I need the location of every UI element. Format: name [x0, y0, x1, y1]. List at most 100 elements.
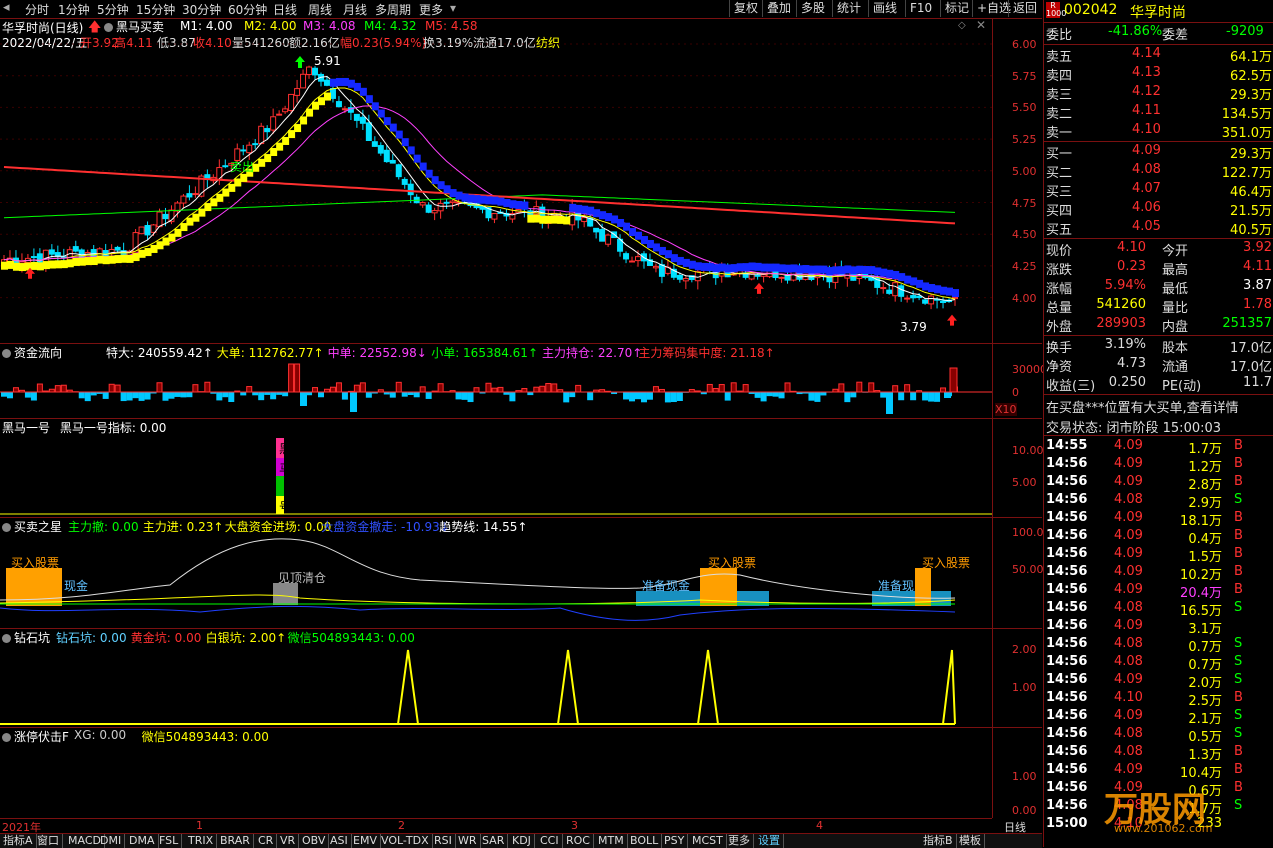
indicator-tab[interactable]: 更多: [725, 834, 754, 848]
indicator-tab[interactable]: 模板: [956, 834, 985, 848]
indicator-tab[interactable]: 指标B: [920, 834, 957, 848]
axis-tick: 1.00: [1012, 770, 1037, 783]
trend-band: [127, 255, 134, 263]
indicator-tab[interactable]: EMV: [350, 834, 381, 848]
bid-row[interactable]: 买五4.0540.5万: [1044, 219, 1273, 238]
indicator-tab[interactable]: BOLL: [627, 834, 662, 848]
indicator-tab[interactable]: FSL: [156, 834, 182, 848]
flow-bar: [354, 385, 359, 392]
indicator-value: 主力筹码集中度: 21.18↑: [638, 344, 774, 361]
tick-time: 14:55: [1046, 438, 1087, 453]
panel-hm-header: 黑马一号 黑马一号指标: 0.00: [2, 419, 166, 435]
flow-bar: [313, 388, 318, 392]
flow-bar: [767, 392, 772, 396]
volume: 40.5万: [1230, 219, 1272, 238]
tick-volume: 2.0万: [1188, 672, 1222, 691]
label: 买二: [1046, 162, 1072, 181]
scale-badge[interactable]: X10: [995, 403, 1017, 416]
indicator-tabs: 指标A窗口MACDDMIDMAFSLTRIXBRARCRVROBVASIEMVV…: [0, 833, 1042, 848]
big-order-notice[interactable]: 在买盘***位置有大买单,查看详情: [1046, 397, 1239, 416]
r-badge-icon: R1000: [1046, 2, 1060, 18]
indicator-tab[interactable]: MTM: [595, 834, 628, 848]
tick-side: S: [1234, 492, 1242, 507]
indicator-tab[interactable]: 指标A: [0, 834, 37, 848]
tick-side: B: [1234, 582, 1243, 597]
trend-band: [701, 263, 708, 271]
indicator-tab[interactable]: SAR: [479, 834, 508, 848]
candle-body: [139, 227, 144, 234]
bid-row[interactable]: 买二4.08122.7万: [1044, 162, 1273, 181]
buy-signal-label: 买入股票: [11, 554, 59, 571]
trend-band: [37, 262, 44, 270]
stat-row: 收益(三)0.250PE(动)11.7: [1044, 375, 1273, 394]
indicator-tab[interactable]: DMI: [97, 834, 125, 848]
bid-row[interactable]: 买三4.0746.4万: [1044, 181, 1273, 200]
ask-row[interactable]: 卖二4.11134.5万: [1044, 103, 1273, 122]
indicator-tab[interactable]: MCST: [689, 834, 727, 848]
flow-bar: [851, 392, 856, 397]
trend-band: [539, 216, 546, 224]
tick-side: S: [1234, 672, 1242, 687]
indicator-tab[interactable]: VR: [277, 834, 299, 848]
flow-bar: [881, 392, 886, 397]
indicator-tab[interactable]: CCI: [537, 834, 563, 848]
flow-bar: [886, 392, 893, 414]
trend-band: [569, 204, 576, 212]
ask-row[interactable]: 卖一4.10351.0万: [1044, 122, 1273, 141]
dropdown-icon[interactable]: [2, 634, 11, 643]
dropdown-icon[interactable]: [2, 349, 11, 358]
tick-row: 14:564.091.5万B: [1044, 546, 1273, 564]
trend-band: [779, 264, 786, 272]
label: 卖二: [1046, 103, 1072, 122]
kline-chart[interactable]: [0, 0, 992, 818]
indicator-tab[interactable]: ASI: [327, 834, 352, 848]
flow-bar: [677, 392, 682, 400]
candle-body: [600, 230, 605, 242]
dropdown-icon[interactable]: [2, 523, 11, 532]
flow-bar: [2, 392, 7, 396]
indicator-tab[interactable]: ROC: [563, 834, 594, 848]
trend-band: [330, 79, 337, 87]
trend-band: [91, 257, 98, 265]
indicator-tab[interactable]: BRAR: [217, 834, 254, 848]
trend-band: [659, 247, 666, 255]
trend-band: [952, 289, 959, 297]
flow-bar: [390, 392, 395, 397]
indicator-tab[interactable]: VOL-TDX: [378, 834, 433, 848]
trend-band: [133, 253, 140, 261]
bid-row[interactable]: 买四4.0621.5万: [1044, 200, 1273, 219]
tick-volume: 0.7万: [1188, 636, 1222, 655]
value: 1.78: [1243, 297, 1272, 312]
trend-band: [426, 170, 433, 178]
ask-row[interactable]: 卖五4.1464.1万: [1044, 46, 1273, 65]
candle-body: [241, 150, 246, 151]
indicator-tab[interactable]: 窗口: [34, 834, 63, 848]
flow-bar: [330, 387, 335, 392]
flow-bar: [636, 392, 641, 399]
indicator-tab[interactable]: PSY: [661, 834, 688, 848]
axis-tick: 30000: [1012, 363, 1047, 376]
toolbar-button[interactable]: 返回: [1008, 0, 1041, 17]
dropdown-icon[interactable]: [2, 733, 11, 742]
indicator-tab[interactable]: RSI: [431, 834, 456, 848]
value: 17.0亿: [1230, 356, 1272, 375]
indicator-tab[interactable]: CR: [255, 834, 277, 848]
bid-row[interactable]: 买一4.0929.3万: [1044, 143, 1273, 162]
indicator-tab[interactable]: OBV: [299, 834, 329, 848]
indicator-tab[interactable]: TRIX: [185, 834, 217, 848]
indicator-tab[interactable]: KDJ: [509, 834, 535, 848]
market-out-line: [0, 606, 955, 620]
indicator-tab[interactable]: 设置: [755, 834, 784, 848]
indicator-tab[interactable]: DMA: [126, 834, 159, 848]
flow-bar: [289, 364, 294, 392]
indicator-tab[interactable]: WR: [455, 834, 481, 848]
stat-row: 换手3.19%股本17.0亿: [1044, 337, 1273, 356]
candle-body: [271, 117, 276, 130]
tick-side: B: [1234, 762, 1243, 777]
trend-band: [868, 266, 875, 274]
tick-price: 4.09: [1114, 762, 1143, 777]
ask-row[interactable]: 卖三4.1229.3万: [1044, 84, 1273, 103]
trend-band: [450, 189, 457, 197]
ask-row[interactable]: 卖四4.1362.5万: [1044, 65, 1273, 84]
candle-body: [49, 250, 54, 254]
